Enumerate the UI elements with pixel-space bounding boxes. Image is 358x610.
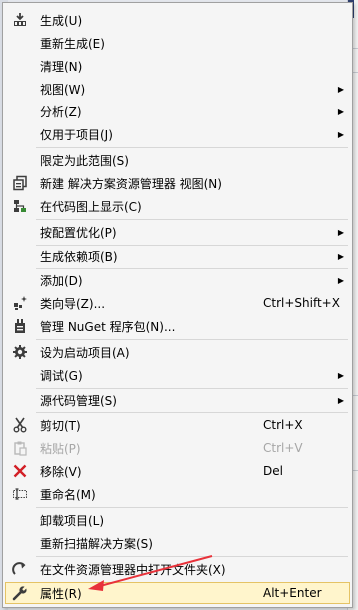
- annotation-arrow: [88, 555, 213, 591]
